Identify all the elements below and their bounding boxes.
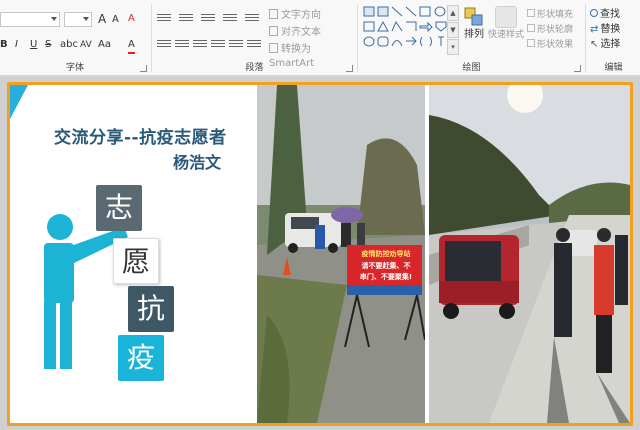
align-text-button[interactable]: 对齐文本 (269, 26, 321, 40)
editing-group-label: 编辑 (604, 63, 623, 73)
font-group-label: 字体 (65, 63, 84, 73)
banner-line-2: 请不要赶集、不 (361, 262, 411, 270)
drawing-group: ▲ ▼ ▾ 排列 快速样式 形状填充 形状轮廓 形状效果 绘图 (359, 0, 584, 76)
shape-outline-icon (527, 24, 535, 32)
quick-styles-icon (495, 6, 517, 28)
select-icon: ↖ (590, 39, 599, 50)
shadow-button[interactable]: abc (60, 38, 78, 52)
paragraph-group-label: 段落 (245, 63, 264, 73)
gallery-scroll-down-icon[interactable]: ▼ (447, 22, 459, 38)
align-right-icon[interactable] (193, 40, 207, 50)
font-size-combo[interactable] (64, 12, 92, 27)
banner-line-1: 疫情防控劝导站 (361, 250, 411, 258)
quick-styles-button[interactable]: 快速样式 (487, 6, 525, 52)
banner-line-3: 串门、不要聚集! (359, 273, 413, 281)
strike-button[interactable]: S (45, 38, 51, 52)
arrange-icon (464, 7, 483, 26)
slide-title[interactable]: 交流分享--抗疫志愿者 (54, 123, 227, 148)
quick-styles-label: 快速样式 (487, 30, 524, 40)
replace-label: 替换 (600, 24, 621, 35)
bold-button[interactable]: B (0, 38, 8, 52)
grow-font-button[interactable]: A (98, 12, 106, 26)
char-box-yi: 疫 (118, 335, 164, 381)
shape-effects-label: 形状效果 (537, 40, 574, 50)
bullets-icon[interactable] (157, 14, 171, 24)
find-button[interactable]: 查找 (590, 8, 620, 22)
char-box-yuan: 愿 (113, 238, 159, 284)
editing-group: 查找 ⇄ 替换 ↖ 选择 编辑 (587, 0, 640, 76)
corner-accent-icon (10, 85, 28, 119)
font-dialog-launcher-icon[interactable] (140, 65, 147, 72)
font-color-button[interactable]: A (128, 38, 135, 54)
align-left-icon[interactable] (157, 40, 171, 50)
smartart-icon (269, 43, 278, 53)
shape-outline-button[interactable]: 形状轮廓 (527, 23, 573, 37)
distributed-icon[interactable] (229, 40, 243, 50)
shapes-gallery-icon (363, 6, 447, 47)
numbering-icon[interactable] (179, 14, 193, 24)
increase-indent-icon[interactable] (223, 14, 237, 24)
underline-button[interactable]: U (30, 38, 37, 52)
shape-fill-button[interactable]: 形状填充 (527, 8, 573, 22)
find-icon (590, 9, 598, 17)
justify-icon[interactable] (211, 40, 225, 50)
shape-fill-icon (527, 9, 535, 17)
change-case-button[interactable]: Aa (98, 38, 111, 52)
align-center-icon[interactable] (175, 40, 189, 50)
arrange-label: 排列 (464, 29, 484, 40)
paragraph-dialog-launcher-icon[interactable] (346, 65, 353, 72)
ribbon-separator (151, 4, 152, 72)
clear-format-button[interactable]: A (128, 12, 135, 26)
columns-icon[interactable] (247, 40, 261, 50)
replace-button[interactable]: ⇄ 替换 (590, 23, 620, 37)
shape-effects-button[interactable]: 形状效果 (527, 38, 573, 52)
drawing-group-label: 绘图 (462, 63, 481, 73)
road-photo-image (429, 85, 630, 423)
select-button[interactable]: ↖ 选择 (590, 38, 620, 52)
shapes-gallery[interactable] (362, 5, 448, 57)
decrease-indent-icon[interactable] (201, 14, 215, 24)
road-photo (429, 85, 630, 423)
drawing-dialog-launcher-icon[interactable] (574, 65, 581, 72)
font-name-combo[interactable] (0, 12, 60, 27)
shape-effects-icon (527, 39, 535, 47)
slide-canvas: 交流分享--抗疫志愿者 杨浩文 志 愿 抗 疫 疫情防控劝导站 请不要赶集、不 … (0, 77, 640, 430)
gallery-more-icon[interactable]: ▾ (447, 39, 459, 55)
gallery-scroll-up-icon[interactable]: ▲ (447, 5, 459, 21)
checkpoint-photo: 疫情防控劝导站 请不要赶集、不 串门、不要聚集! (257, 85, 425, 423)
spacing-button[interactable]: AV (80, 38, 92, 52)
shape-fill-label: 形状填充 (537, 10, 574, 20)
find-label: 查找 (600, 9, 620, 20)
char-box-kang: 抗 (128, 286, 174, 332)
text-direction-icon (269, 9, 278, 19)
ribbon-separator (357, 4, 358, 72)
align-text-label: 对齐文本 (281, 27, 321, 38)
text-direction-button[interactable]: 文字方向 (269, 9, 321, 23)
font-group: A A A B I U S abc AV Aa A 字体 (0, 0, 150, 76)
shrink-font-button[interactable]: A (112, 13, 119, 27)
char-box-zhi: 志 (96, 185, 142, 231)
line-spacing-icon[interactable] (245, 14, 259, 24)
align-text-icon (269, 26, 278, 36)
ribbon: A A A B I U S abc AV Aa A 字体 文字方向 对齐文本 转… (0, 0, 640, 76)
shape-outline-label: 形状轮廓 (537, 25, 574, 35)
ribbon-separator (585, 4, 586, 72)
paragraph-group: 文字方向 对齐文本 转换为 SmartArt 段落 (153, 0, 356, 76)
slide[interactable]: 交流分享--抗疫志愿者 杨浩文 志 愿 抗 疫 疫情防控劝导站 请不要赶集、不 … (10, 85, 630, 423)
italic-button[interactable]: I (15, 38, 18, 52)
slide-author[interactable]: 杨浩文 (173, 149, 221, 173)
arrange-button[interactable]: 排列 (461, 6, 487, 52)
replace-icon: ⇄ (590, 24, 599, 35)
select-label: 选择 (600, 39, 621, 50)
text-direction-label: 文字方向 (281, 10, 321, 21)
